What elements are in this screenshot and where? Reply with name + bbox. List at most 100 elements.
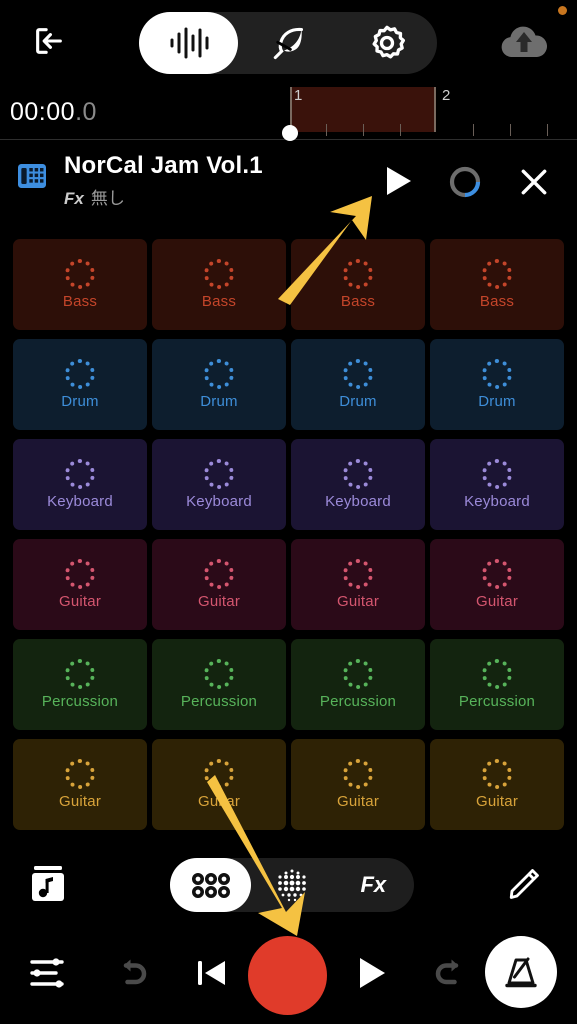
dotted-ring-icon xyxy=(65,259,95,289)
playhead-handle[interactable] xyxy=(282,125,298,141)
pencil-icon xyxy=(509,869,539,899)
clip-cell[interactable]: Guitar xyxy=(152,739,286,830)
ruler-track[interactable]: 1 2 xyxy=(250,82,577,141)
dotted-ring-icon xyxy=(343,659,373,689)
clip-label: Guitar xyxy=(475,793,519,810)
metronome-button[interactable] xyxy=(485,936,557,1008)
clip-cell[interactable]: Percussion xyxy=(13,639,147,730)
mode-bar: Fx xyxy=(0,848,577,920)
clip-cell[interactable]: Bass xyxy=(291,239,425,330)
clip-cell[interactable]: Percussion xyxy=(152,639,286,730)
clip-label: Guitar xyxy=(475,593,519,610)
clip-label: Drum xyxy=(339,393,377,410)
dotted-ring-icon xyxy=(482,459,512,489)
clip-label: Keyboard xyxy=(325,493,391,510)
loop-progress-icon xyxy=(449,166,481,198)
dotted-ring-icon xyxy=(482,359,512,389)
dotted-ring-icon xyxy=(343,559,373,589)
redo-icon xyxy=(435,959,459,985)
project-grid-button[interactable] xyxy=(12,156,52,196)
dotted-ring-icon xyxy=(482,759,512,789)
mixer-sliders-icon xyxy=(30,958,64,988)
cloud-upload-icon xyxy=(501,26,548,57)
clip-cell[interactable]: Percussion xyxy=(430,639,564,730)
clip-cell[interactable]: Drum xyxy=(13,339,147,430)
timecode-fraction: .0 xyxy=(75,98,97,126)
clip-cell[interactable]: Drum xyxy=(430,339,564,430)
notification-dot xyxy=(558,6,567,15)
clip-label: Bass xyxy=(340,293,376,310)
clip-cell[interactable]: Guitar xyxy=(13,739,147,830)
clip-label: Keyboard xyxy=(464,493,530,510)
segment-audio-mode[interactable] xyxy=(139,12,239,74)
matrix-grid-icon xyxy=(18,164,46,188)
clip-cell[interactable]: Guitar xyxy=(152,539,286,630)
clip-label: Drum xyxy=(478,393,516,410)
bar-label-1: 1 xyxy=(294,87,303,104)
undo-button[interactable] xyxy=(105,946,159,1000)
clip-cell[interactable]: Guitar xyxy=(13,539,147,630)
project-loop-button[interactable] xyxy=(443,162,487,202)
project-close-button[interactable] xyxy=(512,160,556,204)
clip-cell[interactable]: Keyboard xyxy=(13,439,147,530)
clip-cell[interactable]: Drum xyxy=(291,339,425,430)
clip-label: Keyboard xyxy=(47,493,113,510)
cloud-upload-button[interactable] xyxy=(493,16,555,66)
dotted-ring-icon xyxy=(204,659,234,689)
play-icon xyxy=(360,958,385,988)
dotted-ring-icon xyxy=(65,359,95,389)
clip-cell[interactable]: Keyboard xyxy=(291,439,425,530)
mode-segment-group xyxy=(139,12,437,74)
clip-cell[interactable]: Drum xyxy=(152,339,286,430)
play-button[interactable] xyxy=(345,946,399,1000)
fx-tag-label: Fx xyxy=(64,189,84,208)
six-dot-grid-icon xyxy=(191,873,230,898)
clip-label: Guitar xyxy=(336,793,380,810)
clip-cell[interactable]: Keyboard xyxy=(152,439,286,530)
project-subtitle: Fx 無し xyxy=(64,184,125,209)
clip-cell[interactable]: Bass xyxy=(430,239,564,330)
clip-cell[interactable]: Bass xyxy=(13,239,147,330)
segment-midi-mode[interactable] xyxy=(238,12,337,74)
clip-label: Drum xyxy=(61,393,99,410)
dotted-ring-icon xyxy=(204,359,234,389)
skip-back-icon xyxy=(198,961,225,985)
clip-cell[interactable]: Percussion xyxy=(291,639,425,730)
dotted-ring-icon xyxy=(343,259,373,289)
clip-label: Bass xyxy=(62,293,98,310)
library-button[interactable] xyxy=(22,860,74,908)
timeline-ruler[interactable]: 00:00.0 1 2 xyxy=(0,82,577,141)
clip-cell[interactable]: Guitar xyxy=(430,739,564,830)
clip-cell[interactable]: Bass xyxy=(152,239,286,330)
project-play-button[interactable] xyxy=(378,162,420,200)
clip-label: Bass xyxy=(479,293,515,310)
clip-cell[interactable]: Guitar xyxy=(291,539,425,630)
clip-label: Percussion xyxy=(41,693,119,710)
record-button[interactable] xyxy=(248,936,327,1015)
clip-cell[interactable]: Keyboard xyxy=(430,439,564,530)
dotted-ring-icon xyxy=(65,659,95,689)
dotted-ring-icon xyxy=(204,259,234,289)
mode-pads[interactable] xyxy=(251,858,332,912)
close-icon xyxy=(521,169,547,195)
exit-button[interactable] xyxy=(26,18,72,64)
redo-button[interactable] xyxy=(423,946,477,1000)
gear-icon xyxy=(372,25,406,59)
segment-settings-mode[interactable] xyxy=(338,12,437,74)
clip-cell[interactable]: Guitar xyxy=(430,539,564,630)
clip-label: Guitar xyxy=(197,593,241,610)
clip-cell[interactable]: Guitar xyxy=(291,739,425,830)
timecode-main: 00:00 xyxy=(10,98,76,126)
dotted-ring-icon xyxy=(343,359,373,389)
mode-clips[interactable] xyxy=(170,858,252,912)
mode-fx[interactable]: Fx xyxy=(333,858,414,912)
dotted-ring-icon xyxy=(343,759,373,789)
mixer-button[interactable] xyxy=(22,946,76,1000)
skip-back-button[interactable] xyxy=(185,946,239,1000)
dotted-ring-icon xyxy=(65,759,95,789)
dotted-ring-icon xyxy=(65,459,95,489)
clip-label: Drum xyxy=(200,393,238,410)
project-title: NorCal Jam Vol.1 xyxy=(64,152,263,179)
edit-button[interactable] xyxy=(499,860,549,908)
exit-icon xyxy=(36,28,62,54)
